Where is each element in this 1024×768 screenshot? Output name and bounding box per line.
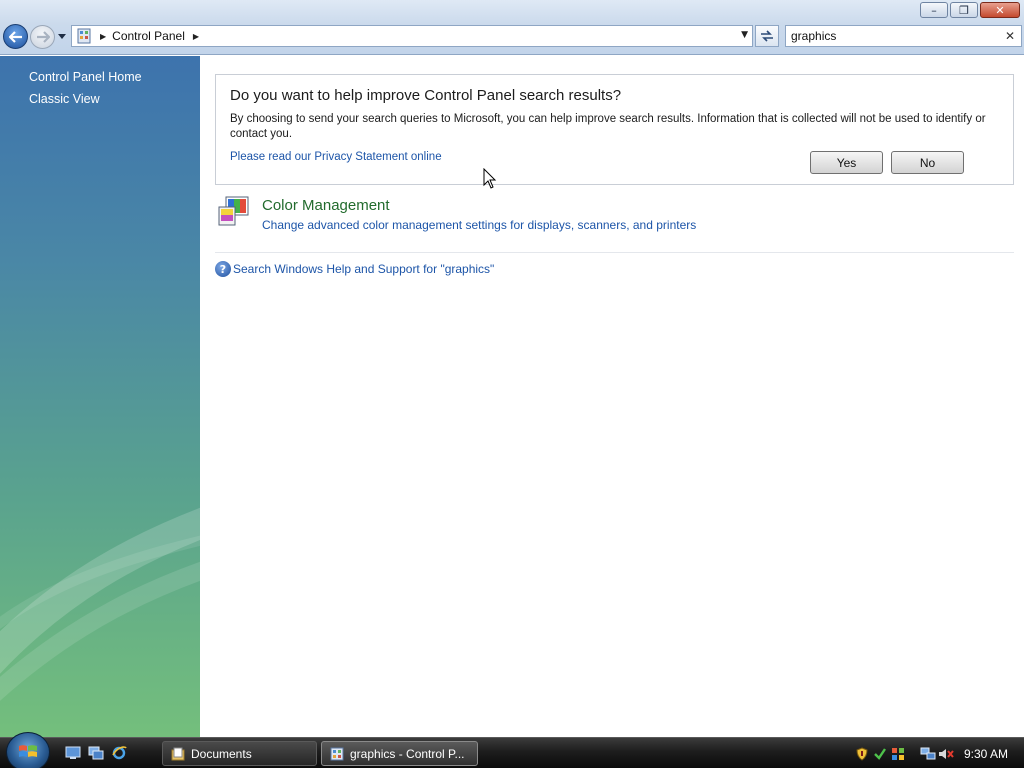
forward-button[interactable] — [30, 25, 55, 49]
mouse-cursor-icon — [483, 168, 497, 189]
address-bar[interactable]: ▶ Control Panel ▶ ▼ — [71, 25, 753, 47]
show-desktop-icon[interactable] — [64, 745, 82, 761]
search-result-item[interactable]: Color Management Change advanced color m… — [217, 193, 1017, 253]
volume-muted-icon[interactable] — [938, 746, 954, 762]
feedback-infobox: Do you want to help improve Control Pane… — [215, 74, 1014, 185]
breadcrumb-control-panel[interactable]: Control Panel — [112, 29, 185, 43]
infobox-heading: Do you want to help improve Control Pane… — [230, 87, 622, 104]
result-description[interactable]: Change advanced color management setting… — [262, 218, 696, 232]
control-panel-home-link[interactable]: Control Panel Home — [29, 70, 142, 84]
task-label: Documents — [191, 746, 252, 761]
decorative-swirl — [0, 507, 200, 701]
clear-search-icon[interactable]: ✕ — [1005, 29, 1015, 43]
refresh-button[interactable] — [755, 25, 779, 47]
address-dropdown-icon[interactable]: ▼ — [741, 30, 748, 40]
privacy-statement-link[interactable]: Please read our Privacy Statement online — [230, 151, 442, 163]
classic-view-link[interactable]: Classic View — [29, 92, 100, 106]
close-icon: ✕ — [995, 3, 1005, 17]
window-controls: – ❐ ✕ — [920, 2, 1020, 18]
switch-windows-icon[interactable] — [87, 745, 105, 761]
navigation-bar: – ❐ ✕ ▶ Control Panel ▶ ▼ ✕ — [0, 0, 1024, 55]
breadcrumb-separator-icon[interactable]: ▶ — [193, 32, 199, 41]
yes-button[interactable]: Yes — [810, 151, 883, 174]
left-pane: Control Panel Home Classic View — [0, 56, 200, 737]
folder-icon — [171, 747, 185, 760]
windows-logo-icon — [19, 745, 37, 757]
back-button[interactable] — [3, 24, 28, 49]
maximize-button[interactable]: ❐ — [950, 2, 978, 18]
start-button[interactable] — [6, 732, 50, 768]
help-search-text[interactable]: Search Windows Help and Support for "gra… — [233, 262, 494, 276]
search-box[interactable]: ✕ — [785, 25, 1022, 47]
control-panel-icon — [330, 747, 344, 760]
security-shield-icon[interactable] — [854, 746, 870, 762]
internet-explorer-icon[interactable] — [110, 745, 128, 761]
minimize-button[interactable]: – — [920, 2, 948, 18]
control-panel-icon — [77, 28, 91, 44]
color-management-icon — [218, 196, 249, 226]
recent-pages-dropdown[interactable] — [57, 31, 67, 41]
taskbar-button-documents[interactable]: Documents — [162, 741, 317, 766]
checkmark-update-icon[interactable] — [872, 746, 888, 762]
forward-arrow-icon — [36, 31, 50, 43]
taskbar: Documents graphics - Control P... 9:30 A… — [0, 732, 1024, 768]
task-label: graphics - Control P... — [350, 746, 465, 761]
result-title[interactable]: Color Management — [262, 197, 390, 214]
refresh-icon — [761, 30, 773, 42]
network-icon[interactable] — [920, 746, 936, 762]
windows-sidebar-icon[interactable] — [890, 746, 906, 762]
back-arrow-icon — [8, 30, 22, 43]
breadcrumb-separator-icon[interactable]: ▶ — [100, 32, 106, 41]
minimize-icon: – — [931, 3, 937, 17]
help-icon: ? — [215, 261, 231, 277]
infobox-body: By choosing to send your search queries … — [230, 113, 986, 140]
system-tray: 9:30 AM — [854, 738, 1024, 768]
help-search-link[interactable]: ? Search Windows Help and Support for "g… — [215, 261, 494, 277]
restore-icon: ❐ — [959, 3, 969, 17]
divider — [215, 252, 1014, 253]
taskbar-button-control-panel[interactable]: graphics - Control P... — [321, 741, 478, 766]
chevron-down-icon — [58, 33, 66, 39]
main-content: Do you want to help improve Control Pane… — [200, 56, 1024, 737]
close-button[interactable]: ✕ — [980, 2, 1020, 18]
clock[interactable]: 9:30 AM — [964, 747, 1008, 761]
search-input[interactable] — [791, 29, 996, 43]
no-button[interactable]: No — [891, 151, 964, 174]
